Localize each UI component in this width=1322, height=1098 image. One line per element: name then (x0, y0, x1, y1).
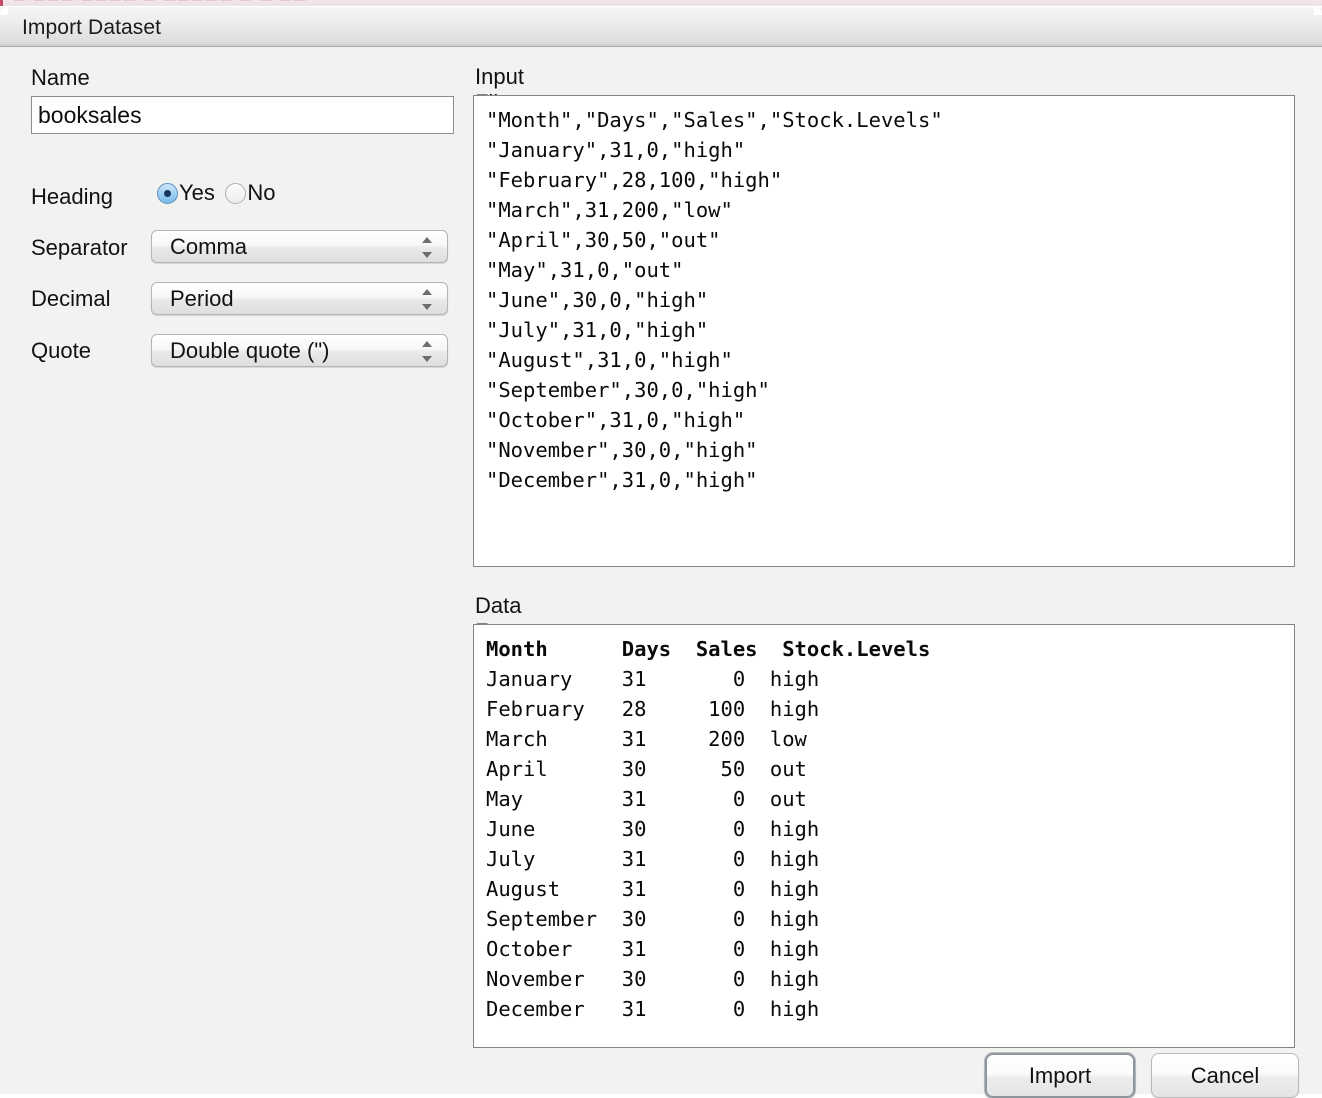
import-dataset-dialog: Import Dataset Name Heading Yes No Separ… (0, 6, 1322, 1094)
heading-radio-group: Yes No (157, 180, 281, 209)
data-frame-text: Month Days Sales Stock.Levels January 31… (474, 625, 1294, 1024)
decimal-select-value: Period (170, 286, 234, 312)
heading-radio-yes-label: Yes (179, 180, 215, 206)
quote-select[interactable]: Double quote (") (151, 334, 448, 367)
cancel-button[interactable]: Cancel (1151, 1053, 1299, 1098)
updown-chevron-icon (422, 289, 433, 310)
updown-chevron-icon (422, 237, 433, 258)
dialog-title: Import Dataset (22, 16, 161, 40)
decimal-label: Decimal (31, 286, 110, 312)
titlebar-corner-right (1314, 7, 1322, 15)
radio-unselected-icon (225, 183, 246, 204)
decimal-select[interactable]: Period (151, 282, 448, 315)
input-file-panel[interactable]: "Month","Days","Sales","Stock.Levels" "J… (473, 95, 1295, 567)
input-file-text: "Month","Days","Sales","Stock.Levels" "J… (474, 96, 1294, 495)
separator-select[interactable]: Comma (151, 230, 448, 263)
import-button[interactable]: Import (985, 1053, 1135, 1098)
name-input[interactable] (31, 96, 454, 134)
separator-label: Separator (31, 235, 128, 261)
radio-selected-icon (157, 183, 178, 204)
heading-label: Heading (31, 184, 113, 210)
updown-chevron-icon (422, 341, 433, 362)
options-form: Name Heading Yes No Separator Comma (0, 47, 470, 1093)
separator-select-value: Comma (170, 234, 247, 260)
data-frame-rows: January 31 0 high February 28 100 high M… (486, 667, 819, 1021)
titlebar-corner-left (0, 7, 8, 15)
heading-radio-yes[interactable]: Yes (157, 180, 215, 206)
data-frame-panel[interactable]: Month Days Sales Stock.Levels January 31… (473, 624, 1295, 1048)
quote-select-value: Double quote (") (170, 338, 329, 364)
data-frame-header-row: Month Days Sales Stock.Levels (486, 637, 930, 661)
dialog-body: Name Heading Yes No Separator Comma (0, 47, 1322, 1093)
heading-radio-no-label: No (247, 180, 275, 206)
quote-label: Quote (31, 338, 91, 364)
dialog-titlebar[interactable]: Import Dataset (0, 6, 1322, 47)
name-label: Name (31, 65, 90, 91)
heading-radio-no[interactable]: No (225, 180, 275, 206)
